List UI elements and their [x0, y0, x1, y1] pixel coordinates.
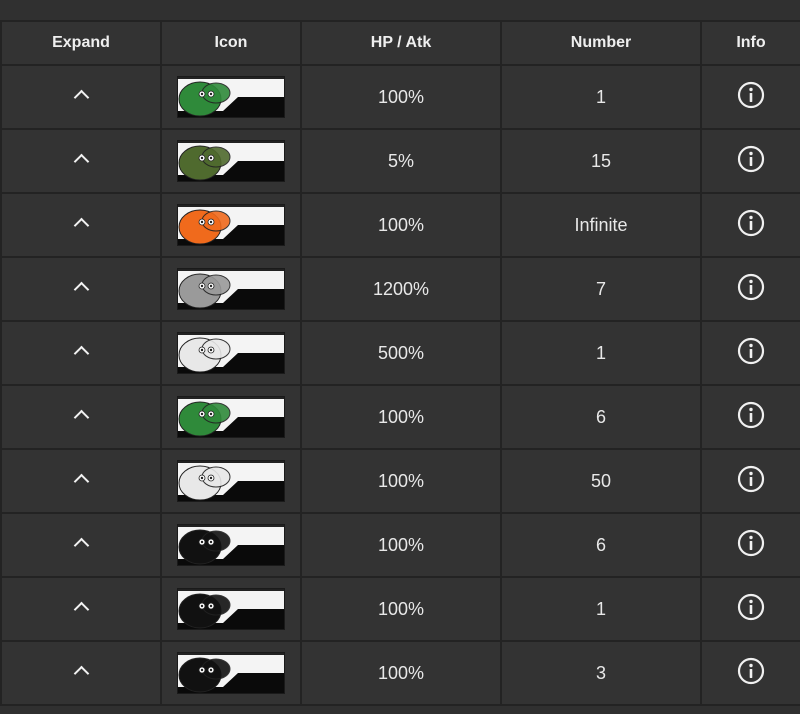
black-gorilla-icon	[177, 588, 285, 630]
hp-atk-value: 100%	[300, 64, 502, 130]
chevron-up-icon[interactable]	[73, 345, 89, 362]
number-value: 1	[500, 576, 702, 642]
info-icon[interactable]	[737, 593, 765, 626]
info-icon[interactable]	[737, 273, 765, 306]
hp-atk-value: 1200%	[300, 256, 502, 322]
expand-cell	[0, 256, 162, 322]
info-cell	[700, 64, 800, 130]
chevron-up-icon[interactable]	[73, 537, 89, 554]
chevron-up-icon[interactable]	[73, 665, 89, 682]
chevron-up-icon[interactable]	[73, 473, 89, 490]
info-icon[interactable]	[737, 657, 765, 690]
hp-atk-value: 100%	[300, 576, 502, 642]
info-cell	[700, 448, 800, 514]
black-gorilla-icon	[177, 652, 285, 694]
info-cell	[700, 256, 800, 322]
expand-cell	[0, 512, 162, 578]
info-cell	[700, 512, 800, 578]
header-expand[interactable]: Expand	[0, 20, 162, 66]
info-cell	[700, 384, 800, 450]
icon-cell	[160, 448, 302, 514]
info-icon[interactable]	[737, 81, 765, 114]
table-row: 100% Infinite	[0, 192, 800, 258]
icon-cell	[160, 576, 302, 642]
chevron-up-icon[interactable]	[73, 217, 89, 234]
icon-cell	[160, 256, 302, 322]
green-spiky-beast-icon	[177, 396, 285, 438]
expand-cell	[0, 64, 162, 130]
icon-cell	[160, 128, 302, 194]
info-icon[interactable]	[737, 145, 765, 178]
table-row: 100% 50	[0, 448, 800, 514]
hp-atk-value: 100%	[300, 192, 502, 258]
number-value: 1	[500, 320, 702, 386]
icon-cell	[160, 64, 302, 130]
info-icon[interactable]	[737, 209, 765, 242]
expand-cell	[0, 640, 162, 706]
info-icon[interactable]	[737, 529, 765, 562]
table-row: 5% 15	[0, 128, 800, 194]
chevron-up-icon[interactable]	[73, 89, 89, 106]
info-icon[interactable]	[737, 401, 765, 434]
hp-atk-value: 5%	[300, 128, 502, 194]
info-cell	[700, 320, 800, 386]
expand-cell	[0, 320, 162, 386]
white-seal-icon	[177, 332, 285, 374]
hp-atk-value: 100%	[300, 384, 502, 450]
number-value: 50	[500, 448, 702, 514]
green-spiky-beast-icon	[177, 76, 285, 118]
header-hp-atk[interactable]: HP / Atk	[300, 20, 502, 66]
header-number[interactable]: Number	[500, 20, 702, 66]
icon-cell	[160, 320, 302, 386]
icon-cell	[160, 512, 302, 578]
table-row: 100% 1	[0, 576, 800, 642]
table-row: 500% 1	[0, 320, 800, 386]
green-white-hybrid-creature-icon	[177, 140, 285, 182]
info-icon[interactable]	[737, 337, 765, 370]
table-row: 100% 3	[0, 640, 800, 706]
number-value: 1	[500, 64, 702, 130]
table-row: 100% 6	[0, 512, 800, 578]
expand-cell	[0, 448, 162, 514]
number-value: 6	[500, 384, 702, 450]
icon-cell	[160, 384, 302, 450]
number-value: 7	[500, 256, 702, 322]
table-row: 100% 6	[0, 384, 800, 450]
hp-atk-value: 100%	[300, 512, 502, 578]
info-cell	[700, 192, 800, 258]
expand-cell	[0, 128, 162, 194]
expand-cell	[0, 192, 162, 258]
chevron-up-icon[interactable]	[73, 153, 89, 170]
number-value: Infinite	[500, 192, 702, 258]
expand-cell	[0, 384, 162, 450]
table-row: 100% 1	[0, 64, 800, 130]
white-crocodile-icon	[177, 460, 285, 502]
number-value: 3	[500, 640, 702, 706]
number-value: 6	[500, 512, 702, 578]
hp-atk-value: 100%	[300, 640, 502, 706]
chevron-up-icon[interactable]	[73, 281, 89, 298]
number-value: 15	[500, 128, 702, 194]
enemy-table: Expand Icon HP / Atk Number Info 100% 1 5%…	[0, 20, 800, 706]
enemy-table-container: Expand Icon HP / Atk Number Info 100% 1 5%…	[0, 20, 800, 706]
chevron-up-icon[interactable]	[73, 409, 89, 426]
info-icon[interactable]	[737, 465, 765, 498]
hp-atk-value: 100%	[300, 448, 502, 514]
table-row: 1200% 7	[0, 256, 800, 322]
black-gorilla-icon	[177, 524, 285, 566]
expand-cell	[0, 576, 162, 642]
hp-atk-value: 500%	[300, 320, 502, 386]
header-icon[interactable]: Icon	[160, 20, 302, 66]
icon-cell	[160, 192, 302, 258]
info-cell	[700, 576, 800, 642]
orange-fox-tail-icon	[177, 204, 285, 246]
icon-cell	[160, 640, 302, 706]
info-cell	[700, 128, 800, 194]
table-header-row: Expand Icon HP / Atk Number Info	[0, 20, 800, 66]
chevron-up-icon[interactable]	[73, 601, 89, 618]
info-cell	[700, 640, 800, 706]
grey-owl-icon	[177, 268, 285, 310]
header-info[interactable]: Info	[700, 20, 800, 66]
